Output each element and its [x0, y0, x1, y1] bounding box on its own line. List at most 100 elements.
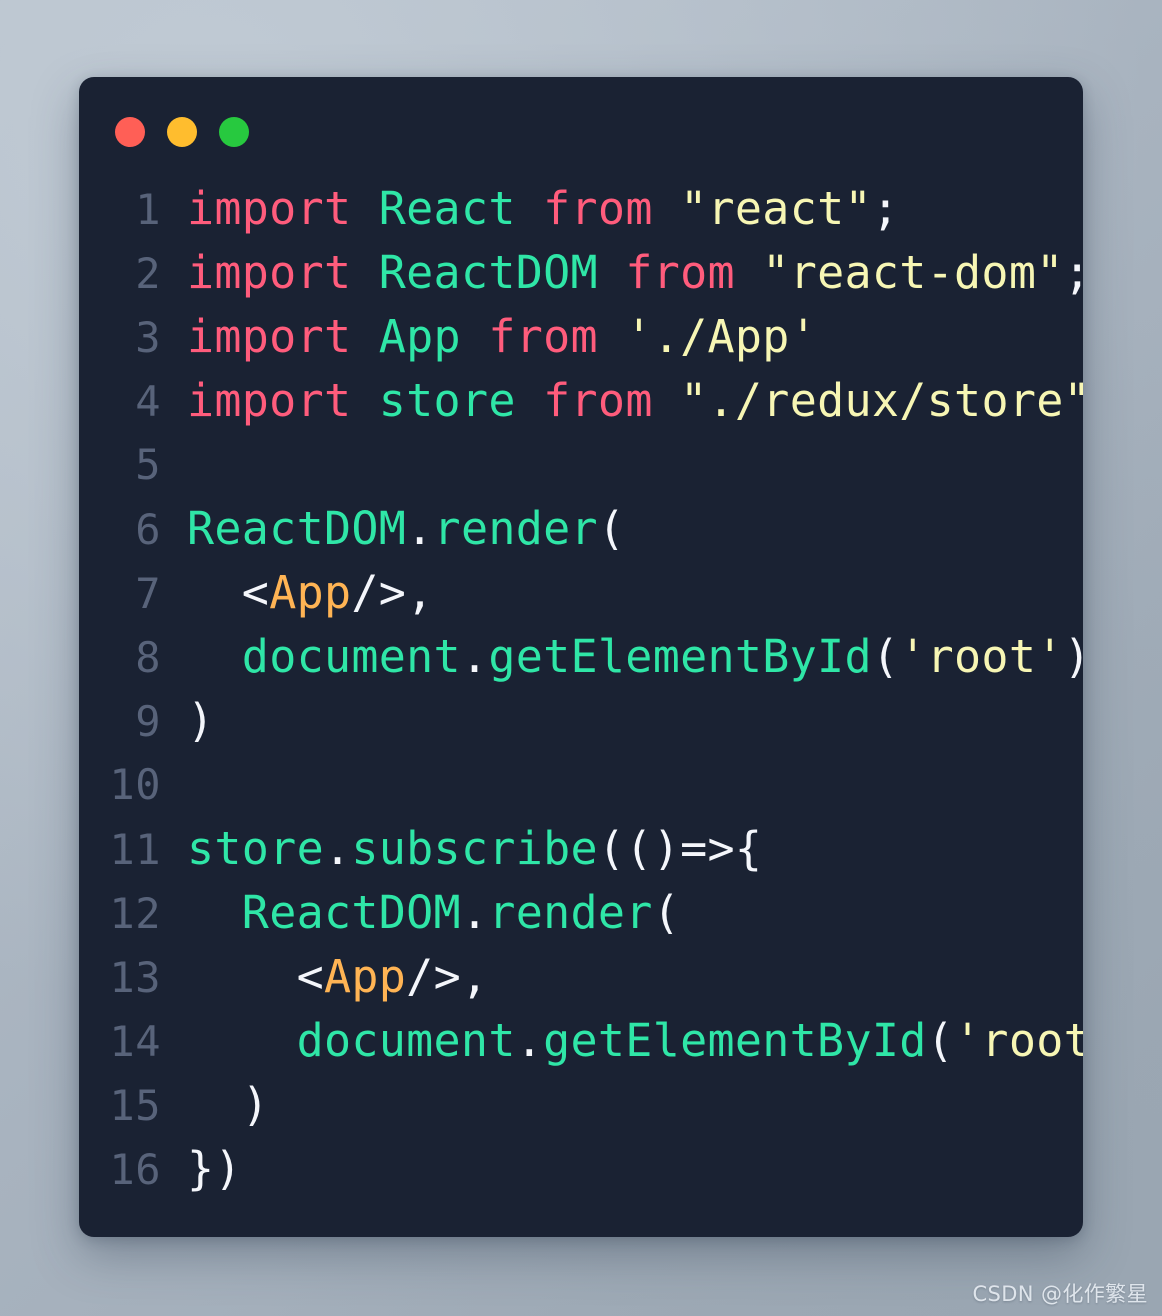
- code-line[interactable]: 10: [79, 753, 1083, 817]
- code-token-ident: getElementById: [543, 1014, 927, 1067]
- code-token-punct: <: [296, 950, 324, 1003]
- code-line[interactable]: 9): [79, 689, 1083, 753]
- code-token-ident: ReactDOM: [241, 886, 461, 939]
- line-number: 4: [135, 377, 161, 426]
- minimize-window-button[interactable]: [167, 117, 197, 147]
- line-code: import store from "./redux/store";: [161, 369, 1083, 433]
- code-token-punct: .: [460, 886, 489, 939]
- code-token-punct: ): [1064, 630, 1083, 683]
- code-token-punct: .: [460, 630, 489, 683]
- code-token-keyword: from: [543, 182, 653, 235]
- line-number: 7: [135, 569, 161, 618]
- code-token-tag: App: [323, 950, 407, 1003]
- code-token-keyword: from: [488, 310, 598, 363]
- code-token-punct: ,: [406, 566, 434, 619]
- line-number: 12: [109, 889, 161, 938]
- code-token-ident: App: [378, 310, 461, 363]
- code-token-ident: store: [187, 822, 324, 875]
- code-line[interactable]: 1 import React from "react";: [79, 177, 1083, 241]
- line-number: 1: [135, 185, 161, 234]
- code-token-punct: ): [187, 694, 215, 747]
- code-line[interactable]: 7 <App/>,: [79, 561, 1083, 625]
- code-line[interactable]: 4import store from "./redux/store";: [79, 369, 1083, 433]
- code-line[interactable]: 2import ReactDOM from "react-dom";: [79, 241, 1083, 305]
- code-token-string: './App': [625, 310, 818, 363]
- code-token-string: 'root': [899, 630, 1064, 683]
- code-token-tag: App: [269, 566, 352, 619]
- code-token-ident: render: [433, 502, 598, 555]
- code-line[interactable]: 3 import App from './App': [79, 305, 1083, 369]
- code-token-punct: />: [406, 950, 461, 1003]
- code-line[interactable]: 12 ReactDOM.render(: [79, 881, 1083, 945]
- code-token-punct: .: [515, 1014, 544, 1067]
- window-controls: [115, 117, 249, 147]
- line-number: 9: [135, 697, 161, 746]
- line-number: 11: [109, 825, 161, 874]
- code-token-ident: ReactDOM: [378, 246, 598, 299]
- close-window-button[interactable]: [115, 117, 145, 147]
- code-line[interactable]: 8 document.getElementById('root'): [79, 625, 1083, 689]
- code-line[interactable]: 14 document.getElementById('root'): [79, 1009, 1083, 1073]
- code-token-keyword: import: [187, 246, 352, 299]
- code-line[interactable]: 13 <App/>,: [79, 945, 1083, 1009]
- code-token-punct: (: [597, 502, 626, 555]
- code-token-ident: document: [296, 1014, 516, 1067]
- code-token-punct: (: [871, 630, 900, 683]
- line-code: ): [161, 689, 214, 753]
- code-token-string: "react": [680, 182, 872, 235]
- code-token-ident: React: [378, 182, 516, 235]
- code-line[interactable]: 15 ): [79, 1073, 1083, 1137]
- line-code: ReactDOM.render(: [161, 881, 680, 945]
- code-token-punct: ,: [460, 950, 489, 1003]
- code-token-punct: ;: [1064, 246, 1083, 299]
- code-line[interactable]: 11 store.subscribe(()=>{: [79, 817, 1083, 881]
- line-number: 2: [135, 249, 161, 298]
- code-token-punct: }): [187, 1142, 242, 1195]
- line-number: 16: [109, 1145, 161, 1194]
- maximize-window-button[interactable]: [219, 117, 249, 147]
- line-number: 3: [135, 313, 161, 362]
- code-editor[interactable]: 1 import React from "react"; 2 import React…: [79, 177, 1083, 1201]
- line-code: document.getElementById('root'): [161, 625, 1083, 689]
- line-number: 6: [135, 505, 161, 554]
- code-token-string: "./redux/store": [680, 374, 1083, 427]
- watermark: CSDN @化作繁星: [972, 1282, 1148, 1306]
- code-token-string: 'root': [954, 1014, 1083, 1067]
- line-number: 5: [135, 440, 161, 489]
- code-token-ident: document: [241, 630, 461, 683]
- code-token-punct: ;: [871, 182, 900, 235]
- code-token-punct: />: [351, 566, 407, 619]
- code-token-keyword: from: [543, 374, 653, 427]
- code-line[interactable]: 16}): [79, 1137, 1083, 1201]
- code-token-ident: subscribe: [351, 822, 598, 875]
- line-code: import ReactDOM from "react-dom";: [161, 241, 1083, 305]
- line-code: document.getElementById('root'): [161, 1009, 1083, 1073]
- code-token-keyword: import: [187, 374, 352, 427]
- code-token-ident: store: [378, 374, 516, 427]
- line-code: import React from "react";: [161, 177, 899, 241]
- line-code: <App/>,: [161, 945, 488, 1009]
- code-token-punct: (: [926, 1014, 955, 1067]
- code-token-keyword: import: [187, 310, 352, 363]
- code-token-punct: (()=>{: [597, 822, 763, 875]
- line-code: import App from './App': [161, 305, 817, 369]
- line-code: store.subscribe(()=>{: [161, 817, 762, 881]
- code-token-punct: .: [406, 502, 434, 555]
- code-token-string: "react-dom": [762, 246, 1064, 299]
- code-line[interactable]: 5: [79, 433, 1083, 497]
- code-line[interactable]: 6 ReactDOM.render(: [79, 497, 1083, 561]
- page-background: 1 import React from "react"; 2 import React…: [0, 0, 1162, 1316]
